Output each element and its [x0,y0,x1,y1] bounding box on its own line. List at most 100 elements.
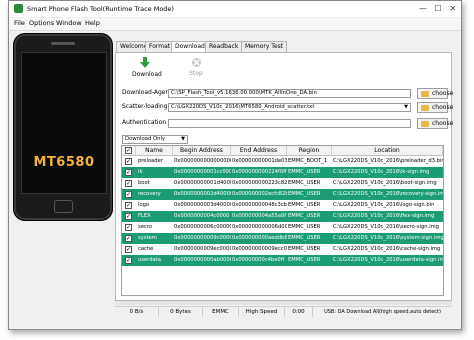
cell-name: boot [138,180,150,186]
phone-home-button [54,200,73,213]
cell-region: EMMC_USER [288,235,321,241]
table-row[interactable]: ✓ system 0x00000000009c00000 0x000000000aed… [122,233,443,244]
menu-options[interactable]: Options [29,19,54,27]
cell-name: system [138,235,157,241]
cell-end: 0x00000000009ecc0ff [232,246,287,252]
cell-begin: 0x00000000009c00000 [174,235,231,241]
row-checkbox[interactable]: ✓ [125,235,132,242]
table-row[interactable]: ✓ preloader 0x0000000000000000 0x0000000000… [122,156,443,167]
menu-bar: File Options Window Help [9,18,461,31]
row-checkbox[interactable]: ✓ [125,191,132,198]
table-row[interactable]: ✓ lk 0x00000000001cc0000 0x000000000224f0ff… [122,167,443,178]
select-all-checkbox[interactable]: ✓ [125,147,132,154]
cell-location: C:\LGX220DS_V10c_2016\system-sign.img [333,235,443,241]
cell-name: preloader [138,158,163,164]
minimize-button[interactable]: — [417,3,429,14]
choose-auth-button[interactable]: choose [417,118,453,129]
stop-label: Stop [189,70,203,77]
status-time: 0:00 [285,307,313,317]
cell-region: EMMC_USER [288,191,321,197]
row-checkbox[interactable]: ✓ [125,169,132,176]
auth-file-field[interactable] [168,119,411,128]
download-agent-field[interactable]: C:\SP_Flash_Tool_v5.1636.00.000\MTK_AllI… [168,89,411,98]
table-row[interactable]: ✓ FLEX 0x0000000004c0000 0x000000004a55a9f E… [122,211,443,222]
table-row[interactable]: ✓ userdata 0x0000000000ab00000 0x00000000c4… [122,255,443,266]
tab-memory-test[interactable]: Memory Test [241,41,288,52]
cell-location: C:\LGX220DS_V10c_2016\logo-sign.bin [333,202,435,208]
cell-begin: 0x0000000003d40000 [174,202,231,208]
folder-icon [421,105,429,111]
phone-screen: MT6580 [21,52,107,194]
table-row[interactable]: ✓ boot 0x00000000001d40000 0x000000000223c8… [122,178,443,189]
cell-begin: 0x0000000000ab00000 [174,257,231,263]
header-end-address[interactable]: End Address [231,146,287,156]
partition-table: ✓ Name Begin Address End Address Region … [121,145,444,296]
cell-name: lk [138,169,143,175]
menu-file[interactable]: File [14,19,25,27]
cell-end: 0x000000002ecfc82b [232,191,287,197]
status-mode: High Speed [239,307,285,317]
download-button[interactable]: Download [132,57,162,78]
chevron-down-icon: ▼ [404,104,408,110]
header-location[interactable]: Location [332,146,443,156]
app-icon [14,4,23,13]
choose-agent-button[interactable]: choose [417,88,453,99]
status-storage: EMMC [203,307,239,317]
cell-begin: 0x0000000006c00000 [174,224,231,230]
cell-end: 0x000000000224f0ff [232,169,287,175]
cell-location: C:\LGX220DS_V10c_2016\recovery-sign.img [333,191,443,197]
cell-begin: 0x00000000001cc0000 [174,169,231,175]
row-checkbox[interactable]: ✓ [125,224,132,231]
cell-region: EMMC_BOOT_1 [288,158,328,164]
cell-location: C:\LGX220DS_V10c_2016\preloader_d3.bin [333,158,443,164]
progress-bar [115,301,452,305]
row-checkbox[interactable]: ✓ [125,180,132,187]
header-begin-address[interactable]: Begin Address [173,146,231,156]
download-agent-label: Download-Agent [122,89,172,96]
phone-speaker [51,42,75,45]
cell-end: 0x000000000aeddb6b [232,235,287,241]
download-arrow-icon [140,57,150,68]
table-row[interactable]: ✓ cache 0x0000000009ec00000 0x00000000009ec… [122,244,443,255]
stop-button[interactable]: Stop [186,57,206,77]
row-checkbox[interactable]: ✓ [125,158,132,165]
header-region[interactable]: Region [287,146,332,156]
header-name[interactable]: Name [136,146,173,156]
cell-end: 0x000000004a55a9f [232,213,287,219]
tab-readback[interactable]: Readback [205,41,243,52]
cell-begin: 0x00000000001d40000 [174,180,231,186]
download-mode-select[interactable]: Download Only ▼ [122,135,188,144]
table-row[interactable]: ✓ secro 0x0000000006c00000 0x000000000006d0… [122,222,443,233]
cell-region: EMMC_USER [288,180,321,186]
maximize-button[interactable]: ☐ [432,3,444,14]
status-bar: 0 B/s 0 Bytes EMMC High Speed 0:00 USB: … [115,306,452,317]
cell-location: C:\LGX220DS_V10c_2016\boot-sign.img [333,180,437,186]
cell-name: secro [138,224,152,230]
scatter-file-field[interactable]: C:\LGX220DS_V10c_2016\MT6580_Android_sca… [168,103,411,112]
row-checkbox[interactable]: ✓ [125,257,132,264]
table-row[interactable]: ✓ recovery 0x0000000002d40000 0x000000002ec… [122,189,443,200]
menu-help[interactable]: Help [85,19,100,27]
stop-icon [191,58,201,67]
row-checkbox[interactable]: ✓ [125,213,132,220]
cell-begin: 0x0000000009ec00000 [174,246,231,252]
row-checkbox[interactable]: ✓ [125,246,132,253]
cell-end: 0x00000000048c3cb [232,202,287,208]
cell-region: EMMC_USER [288,169,321,175]
window-title: Smart Phone Flash Tool(Runtime Trace Mod… [27,5,174,13]
cell-name: cache [138,246,154,252]
cell-region: EMMC_USER [288,213,321,219]
tab-format[interactable]: Format [145,41,175,52]
cell-region: EMMC_USER [288,202,321,208]
choose-scatter-button[interactable]: choose [417,102,453,113]
cell-begin: 0x0000000000000000 [174,158,231,164]
close-button[interactable]: ✕ [447,3,459,14]
cell-location: C:\LGX220DS_V10c_2016\userdata-sign.img [333,257,443,263]
choose-agent-label: choose [432,90,454,97]
row-checkbox[interactable]: ✓ [125,202,132,209]
status-bytes: 0 Bytes [159,307,203,317]
menu-window[interactable]: Window [56,19,82,27]
cell-end: 0x000000000006d0000 [232,224,287,230]
table-row[interactable]: ✓ logo 0x0000000003d40000 0x00000000048c3cb… [122,200,443,211]
header-select-all[interactable]: ✓ [122,146,136,156]
